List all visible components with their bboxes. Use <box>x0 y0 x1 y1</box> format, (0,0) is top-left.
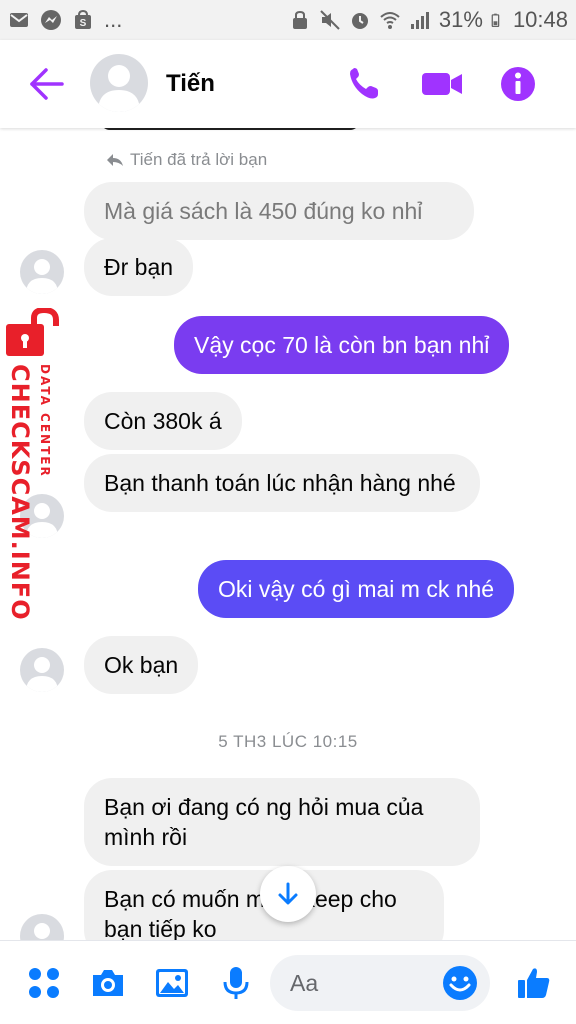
message-input-placeholder: Aa <box>290 970 319 996</box>
message-bubble-incoming[interactable]: Còn 380k á <box>84 392 242 450</box>
mic-icon[interactable] <box>218 965 254 1001</box>
reply-notice: Tiến đã trả lời bạn <box>106 150 267 170</box>
status-right-icons: 31% 10:48 <box>289 7 568 33</box>
time-separator: 5 TH3 LÚC 10:15 <box>218 732 358 751</box>
wifi-icon <box>380 12 400 29</box>
contact-name[interactable]: Tiến <box>166 70 215 98</box>
status-overflow: ... <box>104 7 123 32</box>
sender-avatar[interactable] <box>20 648 64 692</box>
camera-icon[interactable] <box>90 965 126 1001</box>
alarm-icon <box>351 13 368 29</box>
message-list[interactable]: Tiến đã trả lời bạn Mà giá sách là 450 đ… <box>0 128 576 940</box>
shop-icon: S <box>75 9 91 29</box>
conversation-header: Tiến <box>0 40 576 128</box>
default-avatar-icon <box>26 657 58 692</box>
gallery-icon[interactable] <box>154 965 190 1001</box>
mute-icon <box>320 10 340 30</box>
scroll-down-icon <box>278 882 298 905</box>
sender-avatar[interactable] <box>20 250 64 294</box>
emoji-icon[interactable] <box>442 965 478 1001</box>
message-bubble-incoming[interactable]: Bạn thanh toán lúc nhận hàng nhé <box>84 454 480 512</box>
status-time: 10:48 <box>512 7 568 32</box>
contact-avatar[interactable] <box>90 54 148 112</box>
reply-icon <box>107 154 123 166</box>
message-bubble-incoming[interactable]: Ok bạn <box>84 636 199 694</box>
checkscam-watermark: CHECKSCAM.INFO DATA CENTER <box>2 308 62 621</box>
previous-image-edge <box>100 128 360 130</box>
message-composer: Aa <box>0 940 576 1024</box>
watermark-main-text: CHECKSCAM.INFO <box>6 364 34 621</box>
mail-icon <box>10 13 28 27</box>
message-bubble-incoming[interactable]: Đr bạn <box>84 238 194 296</box>
alarm-lock-icon <box>292 10 307 29</box>
status-left-icons: S ... <box>8 7 122 33</box>
signal-icon <box>410 12 429 29</box>
svg-text:S: S <box>80 18 87 29</box>
default-avatar-icon <box>26 259 58 294</box>
message-bubble-outgoing[interactable]: Vậy cọc 70 là còn bn bạn nhỉ <box>174 316 510 374</box>
lock-icon <box>6 308 59 356</box>
battery-percent: 31% <box>438 7 483 32</box>
message-bubble-incoming[interactable]: Bạn ơi đang có ng hỏi mua của mình rồi <box>84 778 480 866</box>
menu-grid-icon[interactable] <box>26 965 62 1001</box>
message-bubble-incoming-quoted[interactable]: Mà giá sách là 450 đúng ko nhỉ <box>84 182 474 240</box>
reply-notice-text: Tiến đã trả lời bạn <box>130 150 268 169</box>
scroll-to-bottom-button[interactable] <box>260 866 316 922</box>
messenger-status-icon <box>41 10 61 30</box>
default-avatar-icon <box>34 923 50 939</box>
status-bar: S ... 31% 10:48 <box>0 0 576 40</box>
watermark-sub-text: DATA CENTER <box>38 364 52 478</box>
message-bubble-outgoing[interactable]: Oki vậy có gì mai m ck nhé <box>198 560 515 618</box>
phone-icon[interactable] <box>344 64 384 104</box>
back-arrow-icon[interactable] <box>26 66 66 102</box>
info-icon[interactable] <box>498 64 538 104</box>
battery-icon <box>491 13 500 27</box>
like-icon[interactable] <box>516 965 552 1001</box>
default-avatar-icon <box>98 65 140 112</box>
sender-avatar[interactable] <box>20 914 64 940</box>
message-input[interactable]: Aa <box>270 955 490 1011</box>
video-icon[interactable] <box>420 64 464 104</box>
